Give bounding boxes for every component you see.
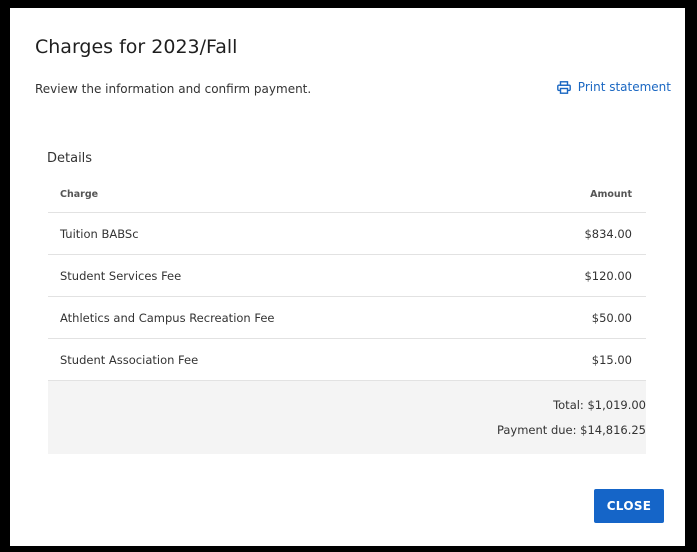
amount-cell: $15.00 — [591, 352, 632, 367]
payment-due-amount: Payment due: $14,816.25 — [496, 423, 646, 437]
charge-cell: Student Services Fee — [60, 268, 182, 283]
table-row: Student Association Fee $15.00 — [48, 339, 646, 381]
totals-panel: Total: $1,019.00 Payment due: $14,816.25 — [48, 381, 646, 454]
table-row: Tuition BABSc $834.00 — [48, 213, 646, 255]
charge-cell: Tuition BABSc — [60, 226, 139, 241]
column-header-charge: Charge — [60, 188, 99, 200]
table-header: Charge Amount — [48, 176, 646, 213]
dialog-title: Charges for 2023/Fall — [35, 36, 238, 58]
amount-cell: $50.00 — [591, 310, 632, 325]
charges-dialog: Charges for 2023/Fall Review the informa… — [10, 8, 685, 546]
close-button[interactable]: CLOSE — [594, 489, 664, 523]
charge-cell: Student Association Fee — [60, 352, 199, 367]
column-header-amount: Amount — [590, 188, 632, 200]
amount-cell: $120.00 — [584, 268, 632, 283]
print-statement-label: Print statement — [577, 80, 671, 94]
table-row: Athletics and Campus Recreation Fee $50.… — [48, 297, 646, 339]
dialog-subtitle: Review the information and confirm payme… — [35, 82, 312, 96]
details-heading: Details — [47, 151, 93, 166]
total-amount: Total: $1,019.00 — [553, 398, 646, 412]
charge-cell: Athletics and Campus Recreation Fee — [60, 310, 275, 325]
print-statement-link[interactable]: Print statement — [556, 80, 671, 94]
amount-cell: $834.00 — [584, 226, 632, 241]
table-row: Student Services Fee $120.00 — [48, 255, 646, 297]
charges-table: Charge Amount Tuition BABSc $834.00 Stud… — [48, 176, 646, 454]
printer-icon — [556, 80, 571, 94]
